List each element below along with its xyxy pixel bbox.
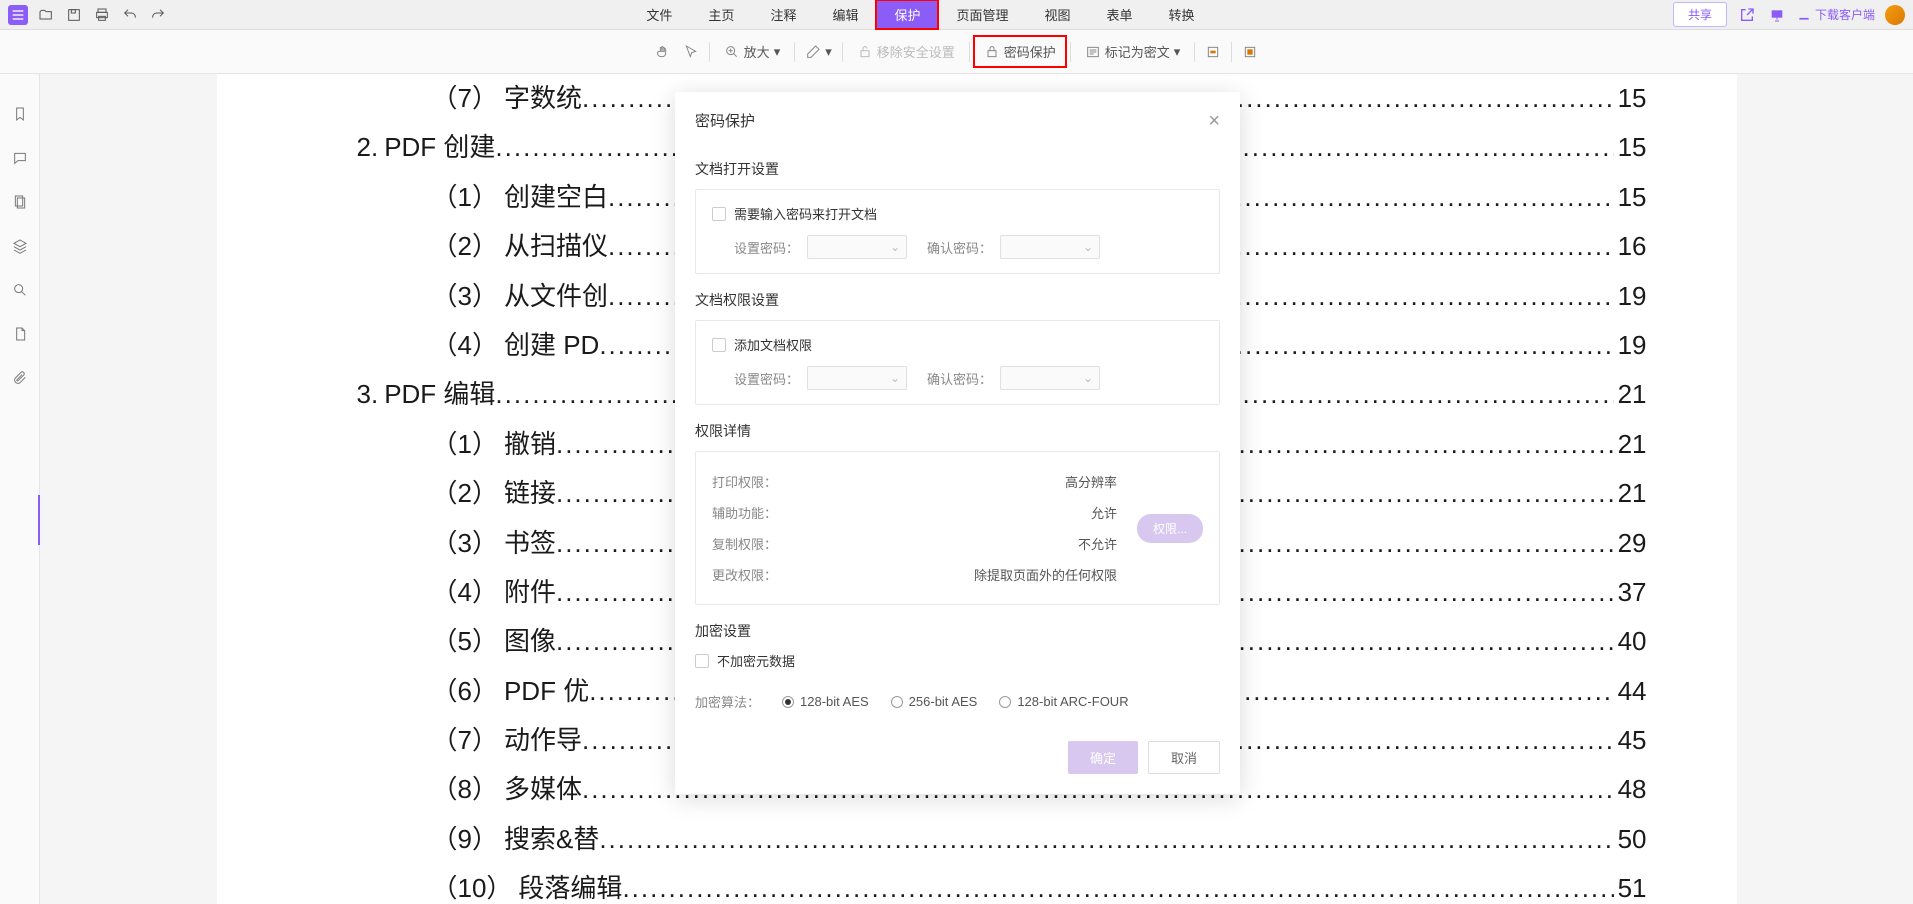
radio-128-arc[interactable]: 128-bit ARC-FOUR bbox=[999, 694, 1128, 709]
encrypt-settings-title: 加密设置 bbox=[695, 605, 1220, 651]
confirm-password-label: 确认密码： bbox=[927, 238, 992, 257]
require-password-checkbox[interactable] bbox=[712, 207, 726, 221]
encryption-algo-row: 加密算法： 128-bit AES 256-bit AES 128-bit AR… bbox=[695, 682, 1220, 727]
perm-password-row: 设置密码： ⌄ 确认密码： ⌄ bbox=[712, 366, 1203, 390]
perm-val: 除提取页面外的任何权限 bbox=[974, 565, 1117, 584]
perm-val: 不允许 bbox=[1078, 534, 1117, 553]
no-encrypt-meta-checkbox[interactable] bbox=[695, 654, 709, 668]
perm-row: 复制权限： 不允许 bbox=[712, 528, 1117, 559]
no-encrypt-meta-label: 不加密元数据 bbox=[717, 651, 795, 670]
perm-set-password-input[interactable]: ⌄ bbox=[807, 366, 907, 390]
add-perm-checkbox[interactable] bbox=[712, 338, 726, 352]
radio-label-128aes: 128-bit AES bbox=[800, 694, 869, 709]
perm-confirm-password-input[interactable]: ⌄ bbox=[1000, 366, 1100, 390]
perm-key: 辅助功能： bbox=[712, 503, 777, 522]
radio-label-256aes: 256-bit AES bbox=[909, 694, 978, 709]
perm-key: 更改权限： bbox=[712, 565, 777, 584]
add-perm-row: 添加文档权限 bbox=[712, 335, 1203, 354]
confirm-password-input[interactable]: ⌄ bbox=[1000, 235, 1100, 259]
perm-key: 打印权限： bbox=[712, 472, 777, 491]
set-password-input[interactable]: ⌄ bbox=[807, 235, 907, 259]
dialog-footer: 确定 取消 bbox=[675, 727, 1240, 794]
open-password-row: 设置密码： ⌄ 确认密码： ⌄ bbox=[712, 235, 1203, 259]
perm-settings-title: 文档权限设置 bbox=[695, 274, 1220, 320]
perm-key: 复制权限： bbox=[712, 534, 777, 553]
dialog-title: 密码保护 bbox=[695, 110, 755, 131]
ok-button[interactable]: 确定 bbox=[1068, 741, 1138, 774]
radio-label-128arc: 128-bit ARC-FOUR bbox=[1017, 694, 1128, 709]
perm-set-password-label: 设置密码： bbox=[734, 369, 799, 388]
perm-detail-box: 打印权限： 高分辨率辅助功能： 允许复制权限： 不允许更改权限： 除提取页面外的任何权限… bbox=[695, 451, 1220, 605]
password-protect-dialog: 密码保护 × 文档打开设置 需要输入密码来打开文档 设置密码： ⌄ 确认密码： bbox=[675, 92, 1240, 794]
close-icon[interactable]: × bbox=[1208, 111, 1220, 131]
perm-detail-title: 权限详情 bbox=[695, 405, 1220, 451]
perm-val: 允许 bbox=[1091, 503, 1117, 522]
radio-128-aes[interactable]: 128-bit AES bbox=[782, 694, 869, 709]
radio-256-aes[interactable]: 256-bit AES bbox=[891, 694, 978, 709]
perm-row: 打印权限： 高分辨率 bbox=[712, 466, 1117, 497]
encryption-algo-label: 加密算法： bbox=[695, 692, 760, 711]
permission-button[interactable]: 权限... bbox=[1137, 514, 1203, 543]
no-encrypt-meta-row: 不加密元数据 bbox=[695, 651, 1220, 670]
modal-overlay: 密码保护 × 文档打开设置 需要输入密码来打开文档 设置密码： ⌄ 确认密码： bbox=[0, 0, 1913, 904]
perm-confirm-password-label: 确认密码： bbox=[927, 369, 992, 388]
set-password-label: 设置密码： bbox=[734, 238, 799, 257]
dialog-header: 密码保护 × bbox=[675, 92, 1240, 143]
perm-row: 更改权限： 除提取页面外的任何权限 bbox=[712, 559, 1117, 590]
add-perm-label: 添加文档权限 bbox=[734, 335, 812, 354]
require-password-row: 需要输入密码来打开文档 bbox=[712, 204, 1203, 223]
perm-val: 高分辨率 bbox=[1065, 472, 1117, 491]
open-settings-title: 文档打开设置 bbox=[695, 143, 1220, 189]
perm-row: 辅助功能： 允许 bbox=[712, 497, 1117, 528]
perm-table: 打印权限： 高分辨率辅助功能： 允许复制权限： 不允许更改权限： 除提取页面外的任何权限 bbox=[712, 466, 1117, 590]
perm-settings-box: 添加文档权限 设置密码： ⌄ 确认密码： ⌄ bbox=[695, 320, 1220, 405]
require-password-label: 需要输入密码来打开文档 bbox=[734, 204, 877, 223]
cancel-button[interactable]: 取消 bbox=[1148, 741, 1220, 774]
open-settings-box: 需要输入密码来打开文档 设置密码： ⌄ 确认密码： ⌄ bbox=[695, 189, 1220, 274]
dialog-body: 文档打开设置 需要输入密码来打开文档 设置密码： ⌄ 确认密码： ⌄ bbox=[675, 143, 1240, 727]
